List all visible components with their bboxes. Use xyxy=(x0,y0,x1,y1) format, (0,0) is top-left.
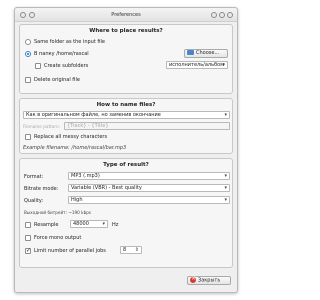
format-label: Format: xyxy=(24,174,44,180)
choose-label: Choose... xyxy=(196,50,220,56)
mono-label: Force mono output xyxy=(34,235,82,241)
replace-messy-label: Replace all messy characters xyxy=(34,134,108,140)
bitrate-value: Variable (VBR) - Best quality xyxy=(71,185,142,191)
naming-mode-value: Как в оригинальном файле, но заменив око… xyxy=(26,112,161,118)
subfolder-pattern-select[interactable]: исполнитель/альбом ▾ xyxy=(166,61,228,69)
minimize-icon[interactable] xyxy=(211,12,217,18)
name-panel: How to name files? Как в оригинальном фа… xyxy=(19,98,233,154)
create-subfolders-label: Create subfolders xyxy=(44,63,89,69)
close-icon xyxy=(190,275,196,283)
checkbox-icon[interactable] xyxy=(25,134,31,140)
filename-pattern-label: Filename pattern: xyxy=(23,124,61,129)
maximize-icon[interactable] xyxy=(219,12,225,18)
checkbox-icon[interactable] xyxy=(25,222,31,228)
where-panel: Where to place results? Same folder as t… xyxy=(19,24,233,94)
create-subfolders-option[interactable]: Create subfolders xyxy=(35,63,88,69)
chevron-down-icon: ▾ xyxy=(102,221,105,227)
mono-option[interactable]: Force mono output xyxy=(25,235,81,241)
resample-label: Resample xyxy=(34,222,59,228)
limit-jobs-label: Limit number of parallel jobs xyxy=(34,248,106,254)
checkbox-icon[interactable] xyxy=(25,77,31,83)
format-select[interactable]: MP3 (.mp3) ▾ xyxy=(68,172,230,180)
format-value: MP3 (.mp3) xyxy=(71,173,100,179)
close-button[interactable]: Закрыть xyxy=(187,275,231,285)
spinner-icon: ⇕ xyxy=(134,247,139,253)
checkbox-icon-checked[interactable] xyxy=(25,247,31,254)
checkbox-icon[interactable] xyxy=(25,235,31,241)
radio-icon-selected[interactable] xyxy=(25,51,31,57)
chevron-down-icon: ▾ xyxy=(224,197,227,203)
checkbox-icon[interactable] xyxy=(35,63,41,69)
filename-pattern-input[interactable]: {Track} - {Title} xyxy=(64,122,230,130)
in-folder-label: В папку /home/rascal xyxy=(34,51,89,57)
chevron-down-icon: ▾ xyxy=(222,62,225,68)
replace-messy-option[interactable]: Replace all messy characters xyxy=(25,134,107,140)
subfolder-pattern-value: исполнитель/альбом xyxy=(169,62,224,68)
close-label: Закрыть xyxy=(198,277,221,284)
type-panel: Type of result? Format: MP3 (.mp3) ▾ Bit… xyxy=(19,158,233,268)
delete-original-option[interactable]: Delete original file xyxy=(25,77,80,83)
resample-rate-select[interactable]: 48000 ▾ xyxy=(70,220,108,228)
window-title: Preferences xyxy=(111,12,141,18)
chevron-down-icon: ▾ xyxy=(224,185,227,191)
type-header: Type of result? xyxy=(103,162,149,168)
quality-label: Quality: xyxy=(24,198,44,204)
naming-mode-select[interactable]: Как в оригинальном файле, но заменив око… xyxy=(23,111,230,119)
limit-jobs-option[interactable]: Limit number of parallel jobs xyxy=(25,247,106,254)
name-header: How to name files? xyxy=(96,102,156,108)
resample-value: 48000 xyxy=(73,221,89,227)
quality-value: High xyxy=(71,197,83,203)
limit-jobs-spinbox[interactable]: 8 ⇕ xyxy=(120,246,142,254)
delete-original-label: Delete original file xyxy=(34,77,80,83)
folder-icon xyxy=(187,50,194,55)
choose-button[interactable]: Choose... xyxy=(184,49,228,58)
resample-option[interactable]: Resample xyxy=(25,222,59,228)
example-filename: Example filename: /home/rascal/bar.mp3 xyxy=(23,145,127,151)
same-folder-option[interactable]: Same folder as the input file xyxy=(25,39,105,45)
in-folder-option[interactable]: В папку /home/rascal xyxy=(25,51,89,57)
where-header: Where to place results? xyxy=(89,28,163,34)
title-bar: Preferences xyxy=(15,8,237,22)
radio-icon[interactable] xyxy=(25,39,31,45)
close-window-icon[interactable] xyxy=(227,12,233,18)
bitrate-label: Bitrate mode: xyxy=(24,186,59,192)
limit-jobs-value: 8 xyxy=(123,247,127,253)
quality-select[interactable]: High ▾ xyxy=(68,196,230,204)
preferences-window: Preferences Where to place results? Same… xyxy=(14,7,238,293)
bitrate-note: Выходной битрейт: ~190 kbps xyxy=(24,210,92,215)
same-folder-label: Same folder as the input file xyxy=(34,39,105,45)
chevron-down-icon: ▾ xyxy=(224,112,227,118)
resample-unit: Hz xyxy=(112,222,119,228)
bitrate-select[interactable]: Variable (VBR) - Best quality ▾ xyxy=(68,184,230,192)
chevron-down-icon: ▾ xyxy=(224,173,227,179)
